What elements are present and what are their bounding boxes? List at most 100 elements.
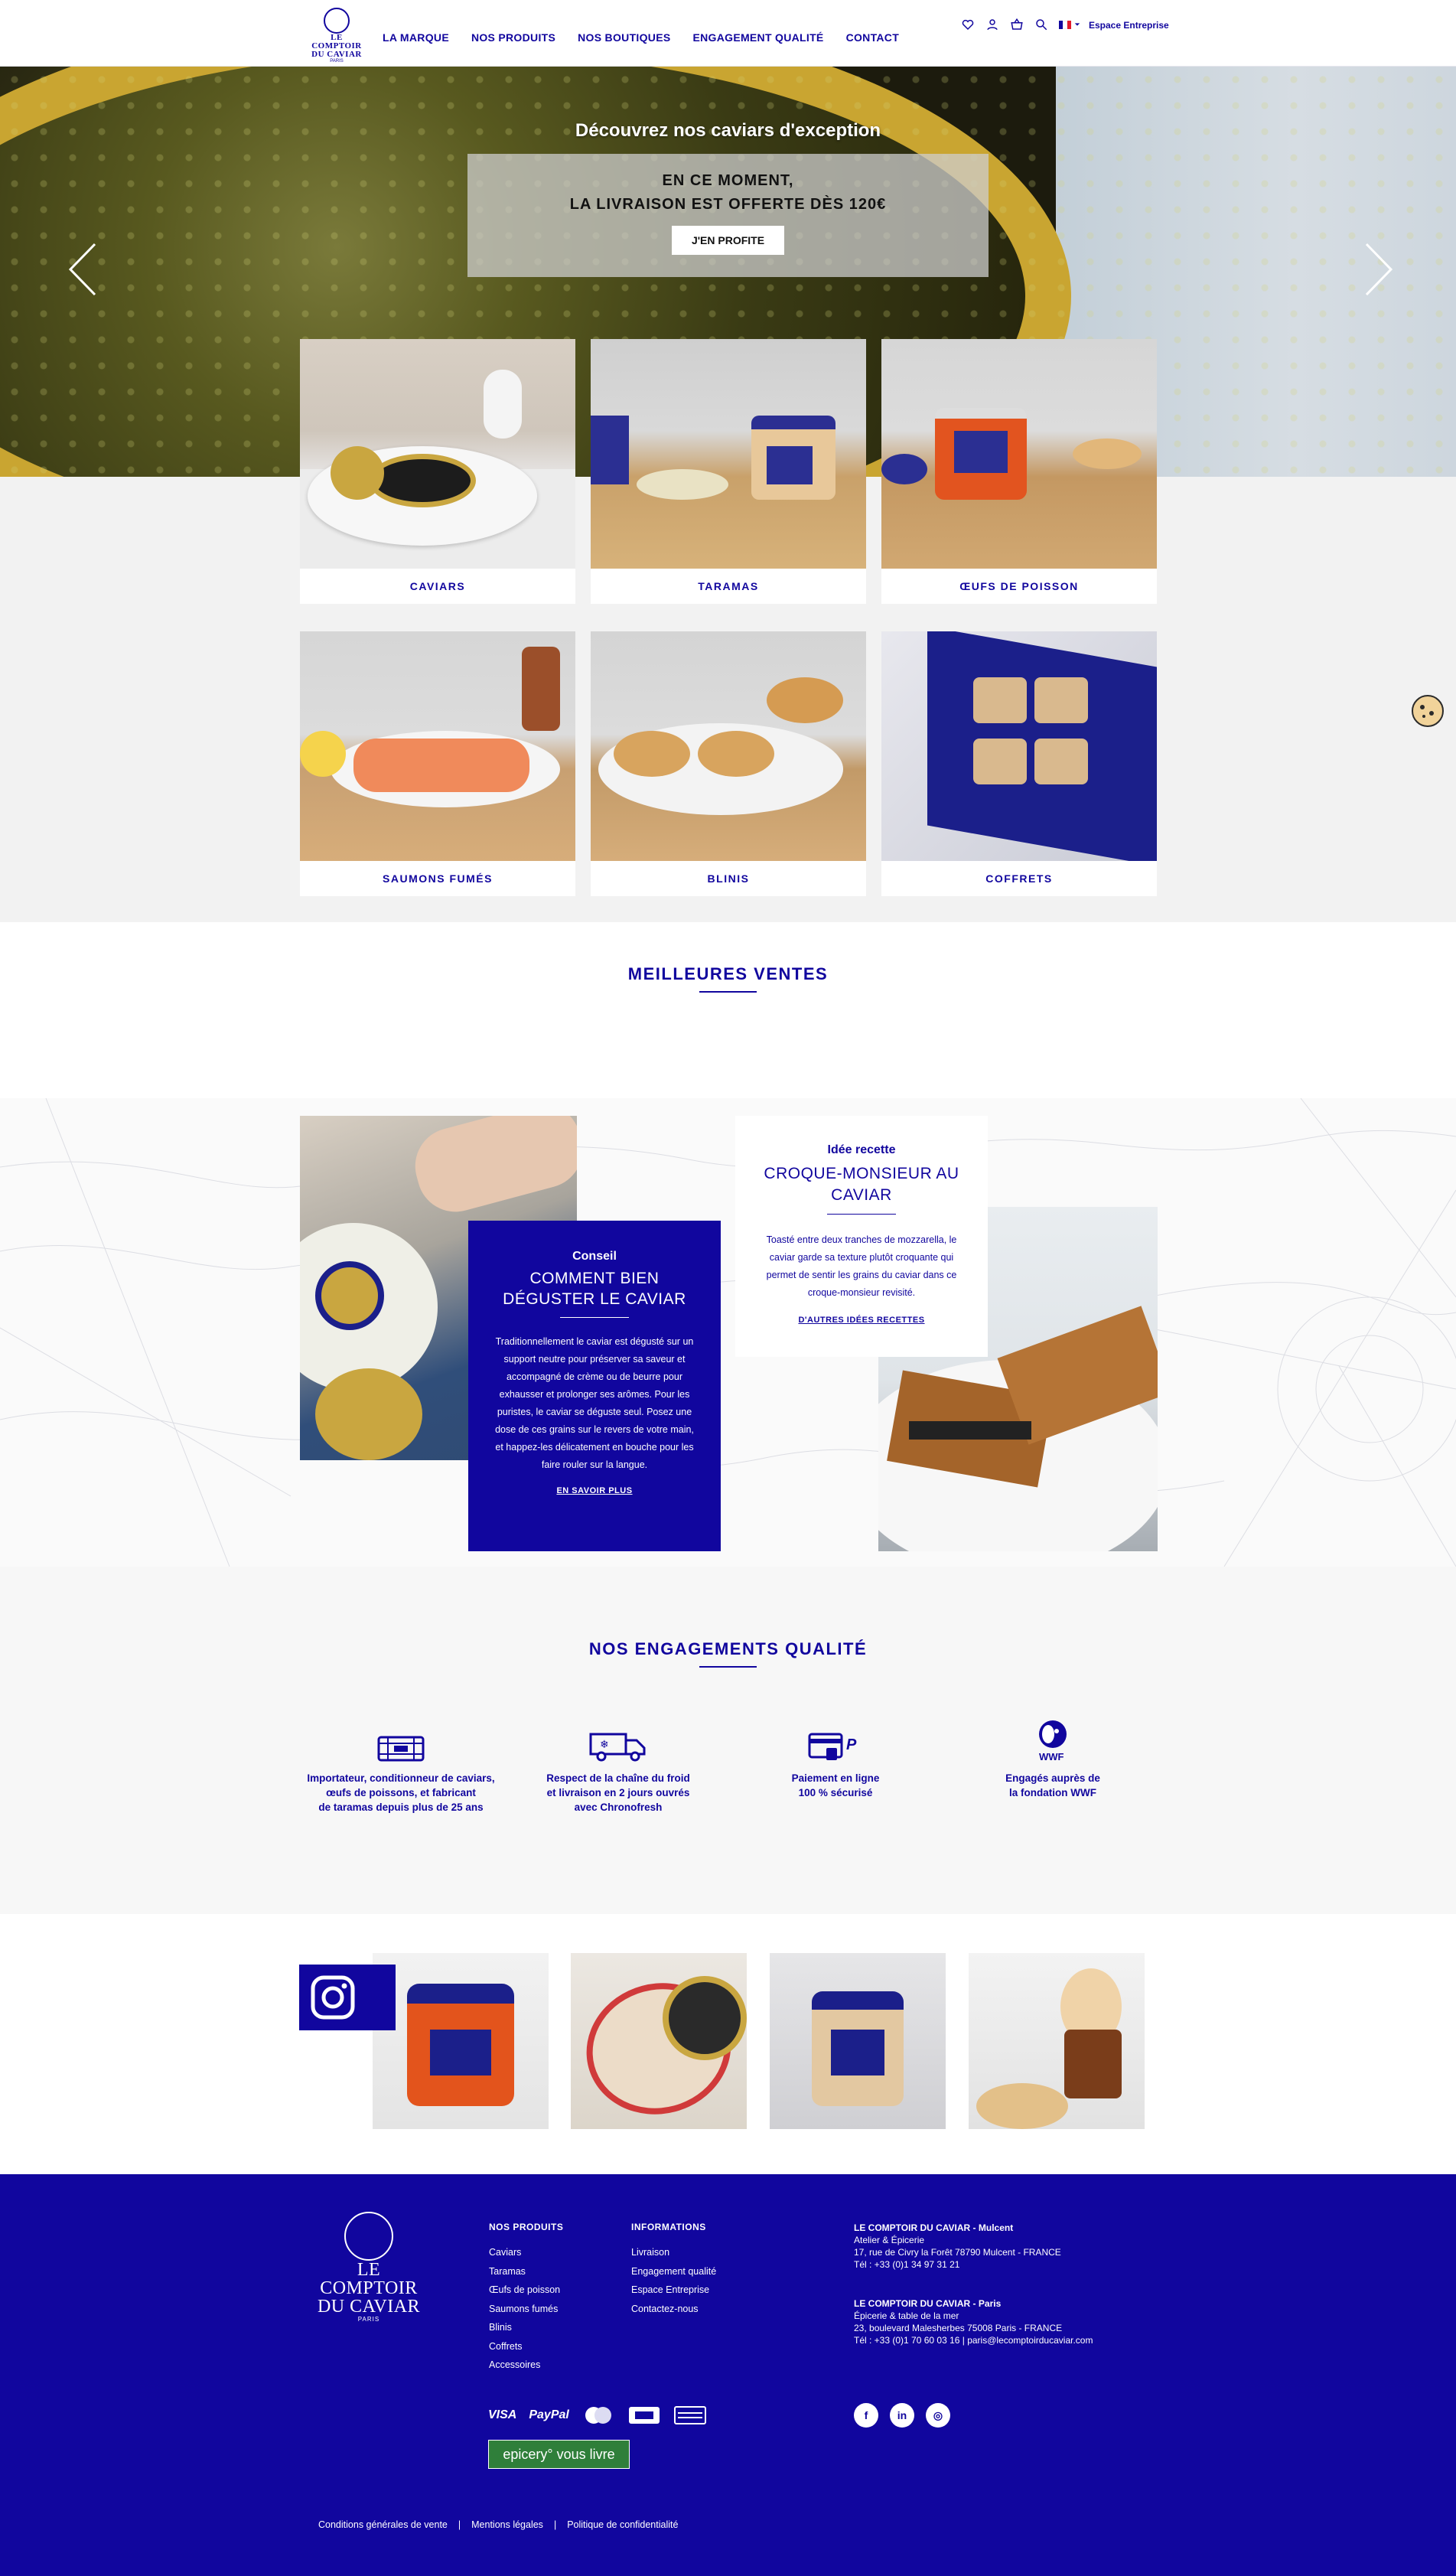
- engagements-section: NOS ENGAGEMENTS QUALITÉ Importateur, con…: [0, 1567, 1456, 1914]
- flag-fr-icon[interactable]: [1059, 20, 1072, 29]
- conseil-title-line2: DÉGUSTER LE CAVIAR: [503, 1290, 686, 1308]
- category-image-taramas: [591, 339, 866, 569]
- logo-line3: PARIS: [330, 59, 344, 64]
- instagram-section: [0, 1914, 1456, 2174]
- chevron-down-icon[interactable]: [1074, 21, 1080, 28]
- cgv-link[interactable]: Conditions générales de vente: [318, 2519, 448, 2530]
- heart-icon[interactable]: [961, 18, 975, 31]
- epicery-badge[interactable]: epicery° vous livre: [488, 2440, 630, 2469]
- social-links: f in ◎: [854, 2403, 950, 2428]
- svg-text:WWF: WWF: [1039, 1751, 1064, 1762]
- recette-more-link[interactable]: D'AUTRES IDÉES RECETTES: [798, 1316, 924, 1325]
- crate-icon: [377, 1736, 425, 1762]
- nav-nos-produits[interactable]: NOS PRODUITS: [471, 31, 555, 44]
- category-card-blinis[interactable]: BLINIS: [591, 631, 866, 896]
- footer-shop-paris: LE COMPTOIR DU CAVIAR - Paris Épicerie &…: [854, 2297, 1093, 2346]
- footer-link-blinis[interactable]: Blinis: [489, 2318, 563, 2337]
- category-label-blinis: BLINIS: [707, 872, 750, 885]
- conseil-box: Conseil COMMENT BIEN DÉGUSTER LE CAVIAR …: [468, 1221, 721, 1551]
- category-label-taramas: TARAMAS: [698, 580, 759, 592]
- recette-box: Idée recette CROQUE-MONSIEUR AU CAVIAR T…: [735, 1116, 988, 1357]
- nav-engagement-qualite[interactable]: ENGAGEMENT QUALITÉ: [692, 31, 823, 44]
- category-card-saumons[interactable]: SAUMONS FUMÉS: [300, 631, 575, 896]
- user-icon[interactable]: [985, 18, 999, 31]
- nav-nos-boutiques[interactable]: NOS BOUTIQUES: [578, 31, 670, 44]
- footer-link-livraison[interactable]: Livraison: [631, 2243, 716, 2262]
- engagement-text-3a: Paiement en ligne: [791, 1772, 880, 1784]
- instagram-photo[interactable]: [969, 1953, 1145, 2129]
- basket-icon[interactable]: [1010, 18, 1024, 31]
- shop-mulcent-phone[interactable]: Tél : +33 (0)1 34 97 31 21: [854, 2258, 1061, 2271]
- search-icon[interactable]: [1034, 18, 1048, 31]
- footer-info-title: INFORMATIONS: [631, 2222, 706, 2232]
- slider-prev-arrow[interactable]: [67, 243, 98, 296]
- slider-next-arrow[interactable]: [1363, 243, 1394, 296]
- cookie-chips: [1420, 705, 1434, 718]
- conseil-more-link[interactable]: EN SAVOIR PLUS: [556, 1486, 632, 1495]
- engagement-text-1a: Importateur, conditionneur de caviars,: [307, 1772, 495, 1784]
- nav-contact[interactable]: CONTACT: [846, 31, 900, 44]
- footer-link-taramas[interactable]: Taramas: [489, 2262, 563, 2281]
- payment-card-icon: P: [808, 1733, 857, 1760]
- engagement-item-delivery: ❄ Respect de la chaîne du froid et livra…: [511, 1716, 725, 1815]
- footer-link-contact[interactable]: Contactez-nous: [631, 2300, 716, 2319]
- linkedin-icon[interactable]: in: [890, 2403, 914, 2428]
- svg-text:❄: ❄: [600, 1738, 609, 1750]
- mentions-legales-link[interactable]: Mentions légales: [471, 2519, 543, 2530]
- category-card-coffrets[interactable]: COFFRETS: [881, 631, 1157, 896]
- cookie-icon[interactable]: [1412, 695, 1444, 727]
- best-sellers-underline: [699, 991, 757, 993]
- chevron-left-icon: [68, 243, 96, 296]
- espace-entreprise-link[interactable]: Espace Entreprise: [1089, 20, 1169, 31]
- shop-mulcent-l1: Atelier & Épicerie: [854, 2235, 925, 2245]
- category-card-taramas[interactable]: TARAMAS: [591, 339, 866, 604]
- footer-logo-line2: DU CAVIAR: [317, 2297, 421, 2317]
- privacy-policy-link[interactable]: Politique de confidentialité: [567, 2519, 678, 2530]
- engagement-text-1c: de taramas depuis plus de 25 ans: [318, 1802, 484, 1813]
- category-card-oeufs[interactable]: ŒUFS DE POISSON: [881, 339, 1157, 604]
- footer-products-column: NOS PRODUITS Caviars Taramas Œufs de poi…: [489, 2222, 563, 2375]
- footer-products-title: NOS PRODUITS: [489, 2222, 564, 2232]
- footer-link-accessoires[interactable]: Accessoires: [489, 2356, 563, 2375]
- engagement-item-payment: P Paiement en ligne 100 % sécurisé: [728, 1716, 943, 1800]
- nautical-map-background: [0, 1098, 1456, 1567]
- recette-title-line1: CROQUE-MONSIEUR AU: [764, 1165, 959, 1182]
- engagement-item-wwf: WWF Engagés auprès de la fondation WWF: [946, 1716, 1160, 1800]
- recette-body: Toasté entre deux tranches de mozzarella…: [766, 1234, 957, 1298]
- main-nav: LA MARQUE NOS PRODUITS NOS BOUTIQUES ENG…: [383, 31, 899, 44]
- category-card-caviars[interactable]: CAVIARS: [300, 339, 575, 604]
- nav-la-marque[interactable]: LA MARQUE: [383, 31, 449, 44]
- footer-link-espace-entreprise[interactable]: Espace Entreprise: [631, 2281, 716, 2300]
- engagements-title: NOS ENGAGEMENTS QUALITÉ: [588, 1639, 868, 1658]
- site-logo[interactable]: LE COMPTOIR DU CAVIAR PARIS: [306, 8, 367, 64]
- delivery-truck-icon: ❄: [589, 1733, 646, 1762]
- visa-logo: VISA: [488, 2408, 517, 2421]
- instagram-photo[interactable]: [770, 1953, 946, 2129]
- shop-mulcent-title: LE COMPTOIR DU CAVIAR - Mulcent: [854, 2222, 1014, 2233]
- instagram-photo[interactable]: [373, 1953, 549, 2129]
- instagram-icon[interactable]: ◎: [926, 2403, 950, 2428]
- promo-button[interactable]: J'EN PROFITE: [671, 226, 785, 255]
- recette-title-line2: CAVIAR: [831, 1186, 892, 1204]
- footer-logo[interactable]: LE COMPTOIR DU CAVIAR PARIS: [308, 2212, 430, 2323]
- logo-line2: DU CAVIAR: [311, 50, 362, 59]
- footer-link-engagement[interactable]: Engagement qualité: [631, 2262, 716, 2281]
- logo-line1: LE COMPTOIR: [311, 33, 362, 51]
- footer-link-coffrets[interactable]: Coffrets: [489, 2337, 563, 2356]
- logo-emblem-icon: [344, 2212, 393, 2261]
- engagement-text-4a: Engagés auprès de: [1005, 1772, 1100, 1784]
- footer-link-saumons[interactable]: Saumons fumés: [489, 2300, 563, 2319]
- facebook-icon[interactable]: f: [854, 2403, 878, 2428]
- category-image-caviars: [300, 339, 575, 569]
- shop-paris-contact[interactable]: Tél : +33 (0)1 70 60 03 16 | paris@lecom…: [854, 2334, 1093, 2346]
- category-image-blinis: [591, 631, 866, 861]
- category-label-saumons: SAUMONS FUMÉS: [383, 872, 493, 885]
- engagement-item-importer: Importateur, conditionneur de caviars, œ…: [294, 1716, 508, 1815]
- instagram-photo[interactable]: [571, 1953, 747, 2129]
- logo-emblem-icon: [324, 8, 350, 34]
- shop-mulcent-address: 17, rue de Civry la Forêt 78790 Mulcent …: [854, 2247, 1061, 2258]
- footer-link-caviars[interactable]: Caviars: [489, 2243, 563, 2262]
- instagram-link[interactable]: [299, 1965, 396, 2030]
- footer-link-oeufs[interactable]: Œufs de poisson: [489, 2281, 563, 2300]
- chevron-right-icon: [1365, 243, 1393, 296]
